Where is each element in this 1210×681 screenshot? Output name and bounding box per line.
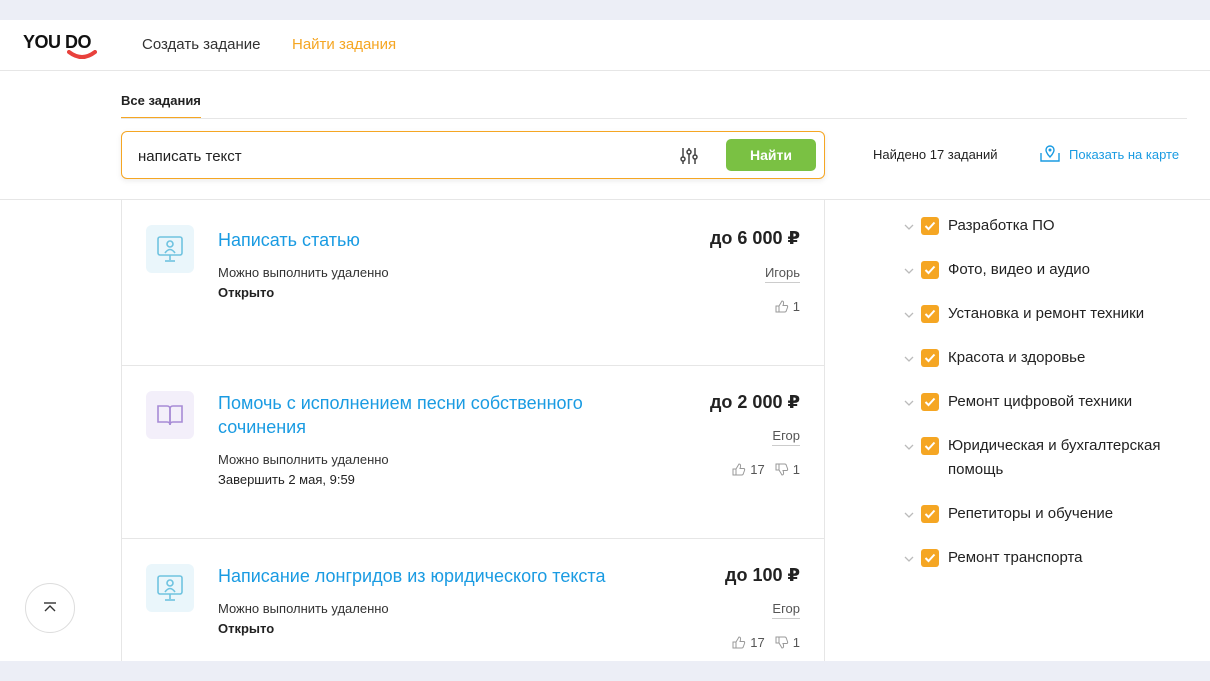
task-price: до 6 000 ₽: [710, 228, 800, 248]
check-icon: [924, 441, 936, 451]
arrow-up-icon: [44, 602, 56, 612]
youdo-logo[interactable]: YOU DO: [23, 32, 101, 62]
chevron-down-icon[interactable]: [900, 506, 918, 524]
task-author[interactable]: Егор: [772, 428, 800, 446]
category-label[interactable]: Красота и здоровье: [948, 346, 1085, 370]
category-item[interactable]: Красота и здоровье: [900, 348, 1190, 370]
category-label[interactable]: Юридическая и бухгалтерская помощь: [948, 434, 1188, 482]
category-label[interactable]: Репетиторы и обучение: [948, 502, 1113, 526]
thumbs-up-icon: [775, 300, 788, 313]
thumbs-down-icon: [775, 463, 788, 476]
likes-count: 17: [750, 635, 765, 650]
check-icon: [924, 509, 936, 519]
chevron-down-icon[interactable]: [900, 438, 918, 456]
category-item[interactable]: Установка и ремонт техники: [900, 304, 1190, 326]
task-price: до 2 000 ₽: [710, 392, 800, 412]
task-card[interactable]: Написать статью Можно выполнить удаленно…: [122, 200, 824, 366]
likes-count: 17: [750, 462, 765, 477]
book-icon: [146, 391, 194, 439]
category-label[interactable]: Фото, видео и аудио: [948, 258, 1090, 282]
category-checkbox[interactable]: [921, 505, 939, 523]
category-item[interactable]: Репетиторы и обучение: [900, 504, 1190, 526]
chevron-down-icon[interactable]: [900, 550, 918, 568]
category-checkbox[interactable]: [921, 217, 939, 235]
check-icon: [924, 397, 936, 407]
scroll-to-top-button[interactable]: [25, 583, 75, 633]
category-label[interactable]: Установка и ремонт техники: [948, 302, 1144, 326]
check-icon: [924, 221, 936, 231]
search-box: Найти: [121, 131, 825, 179]
task-remote-note: Можно выполнить удаленно: [218, 452, 389, 467]
task-card[interactable]: Помочь с исполнением песни собственного …: [122, 366, 824, 539]
category-item[interactable]: Ремонт транспорта: [900, 548, 1190, 570]
task-rating: 1: [775, 299, 800, 314]
nav-create-task[interactable]: Создать задание: [142, 35, 261, 55]
task-rating: 17 1: [732, 635, 800, 650]
tab-divider: [121, 118, 1187, 119]
chevron-down-icon[interactable]: [900, 262, 918, 280]
category-label[interactable]: Ремонт транспорта: [948, 546, 1083, 570]
category-item[interactable]: Разработка ПО: [900, 216, 1190, 238]
show-on-map-label: Показать на карте: [1069, 146, 1180, 162]
search-input[interactable]: [138, 146, 638, 166]
category-checkbox[interactable]: [921, 549, 939, 567]
category-label[interactable]: Ремонт цифровой техники: [948, 390, 1132, 414]
thumbs-down-icon: [775, 636, 788, 649]
thumbs-up-icon: [732, 636, 746, 649]
category-item[interactable]: Фото, видео и аудио: [900, 260, 1190, 282]
chevron-down-icon[interactable]: [900, 394, 918, 412]
likes-count: 1: [792, 299, 800, 314]
tab-all-tasks[interactable]: Все задания: [121, 93, 201, 119]
category-item[interactable]: Ремонт цифровой техники: [900, 392, 1190, 414]
check-icon: [924, 265, 936, 275]
chevron-down-icon[interactable]: [900, 306, 918, 324]
category-item[interactable]: Юридическая и бухгалтерская помощь: [900, 436, 1190, 482]
find-button[interactable]: Найти: [726, 139, 816, 171]
task-deadline: Завершить 2 мая, 9:59: [218, 472, 355, 487]
search-panel: Все задания Найти Найдено 17 заданий: [0, 71, 1210, 200]
monitor-icon: [146, 564, 194, 612]
show-on-map-link[interactable]: Показать на карте: [1039, 145, 1179, 163]
task-remote-note: Можно выполнить удаленно: [218, 601, 389, 616]
category-checkbox[interactable]: [921, 305, 939, 323]
task-author[interactable]: Егор: [772, 601, 800, 619]
task-card[interactable]: Написание лонгридов из юридического текс…: [122, 539, 824, 661]
category-checkbox[interactable]: [921, 261, 939, 279]
thumbs-up-icon: [732, 463, 746, 476]
logo-smile-icon: [67, 50, 97, 59]
chevron-down-icon[interactable]: [900, 218, 918, 236]
check-icon: [924, 553, 936, 563]
top-header: YOU DO Создать задание Найти задания: [0, 20, 1210, 71]
task-rating: 17 1: [732, 462, 800, 477]
task-status: Открыто: [218, 621, 275, 636]
task-title[interactable]: Написание лонгридов из юридического текс…: [218, 564, 678, 588]
task-status: Открыто: [218, 285, 275, 300]
monitor-icon: [146, 225, 194, 273]
dislikes-count: 1: [792, 462, 800, 477]
chevron-down-icon[interactable]: [900, 350, 918, 368]
task-remote-note: Можно выполнить удаленно: [218, 265, 389, 280]
category-checkbox[interactable]: [921, 437, 939, 455]
category-checkbox[interactable]: [921, 393, 939, 411]
task-author[interactable]: Игорь: [764, 265, 800, 283]
task-title[interactable]: Написать статью: [218, 228, 638, 252]
page: YOU DO Создать задание Найти задания Все…: [0, 20, 1210, 661]
dislikes-count: 1: [792, 635, 800, 650]
category-label[interactable]: Разработка ПО: [948, 214, 1055, 238]
map-pin-icon: [1040, 145, 1060, 162]
category-checkbox[interactable]: [921, 349, 939, 367]
check-icon: [924, 353, 936, 363]
found-count: Найдено 17 заданий: [873, 147, 998, 162]
check-icon: [924, 309, 936, 319]
nav-find-tasks[interactable]: Найти задания: [292, 35, 396, 55]
task-title[interactable]: Помочь с исполнением песни собственного …: [218, 391, 638, 439]
task-price: до 100 ₽: [725, 565, 800, 585]
task-list: Написать статью Можно выполнить удаленно…: [121, 200, 825, 661]
sliders-icon[interactable]: [678, 145, 700, 167]
logo-text: YOU DO: [23, 32, 92, 52]
